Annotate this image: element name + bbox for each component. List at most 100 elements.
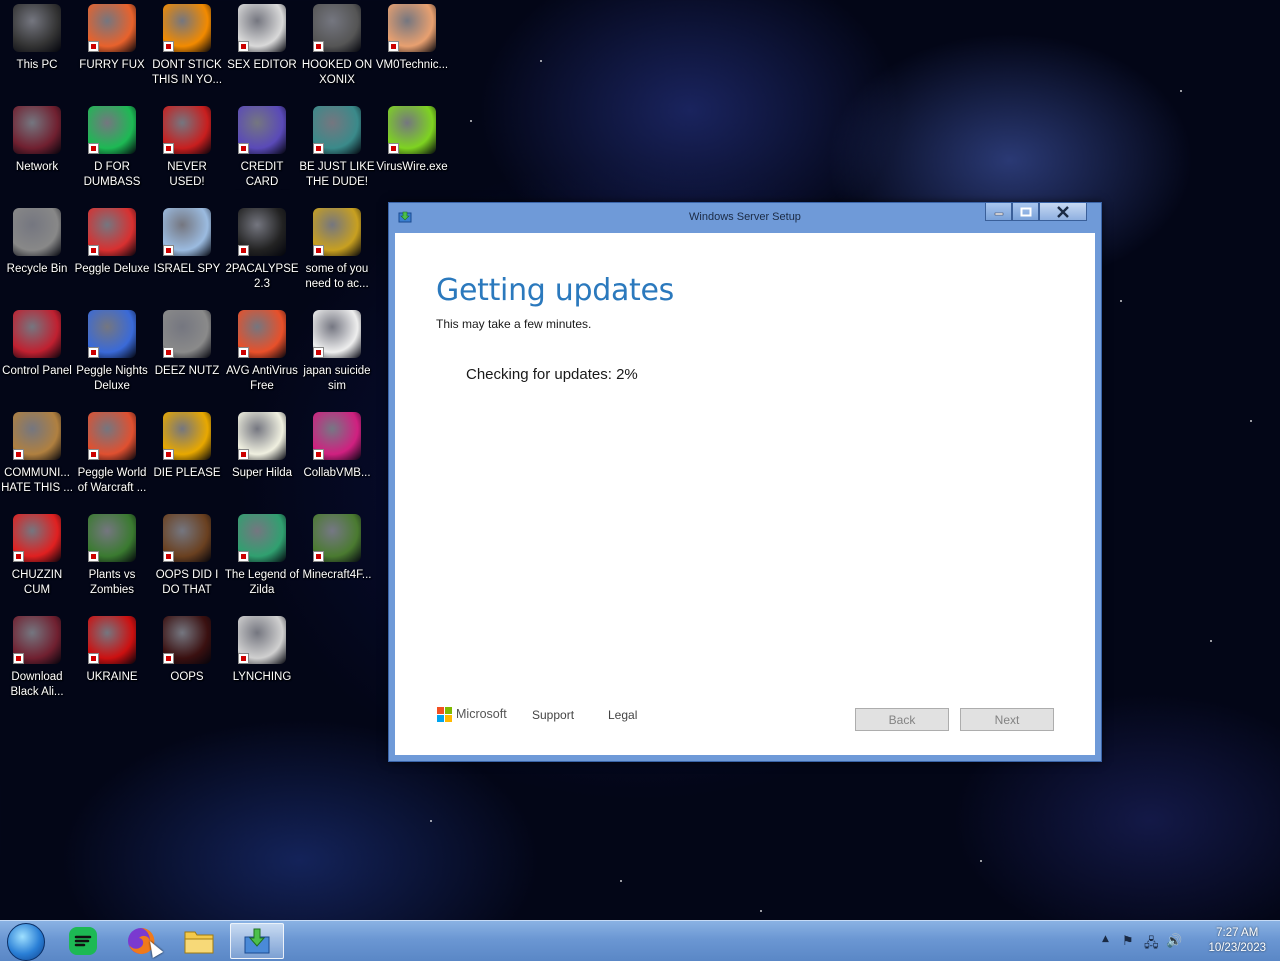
volume-icon[interactable]: 🔊	[1166, 934, 1182, 949]
maximize-button[interactable]	[1012, 203, 1039, 221]
desktop-icon-label: AVG AntiVirus Free	[226, 365, 298, 392]
shortcut-arrow-icon	[88, 551, 99, 562]
shortcut-arrow-icon	[163, 449, 174, 460]
setup-window[interactable]: Windows Server Setup Getting updates Thi…	[388, 202, 1102, 762]
windows-stack-icon	[163, 310, 211, 358]
desktop-icon[interactable]: Control Panel	[0, 306, 74, 406]
network-status-icon[interactable]: 🖧	[1144, 934, 1159, 956]
desktop-icon[interactable]: BE JUST LIKE THE DUDE!	[299, 102, 375, 202]
desktop-icon[interactable]: OOPS	[150, 612, 224, 712]
update-progress-text: Checking for updates: 2%	[466, 366, 638, 383]
shortcut-arrow-icon	[313, 347, 324, 358]
desktop-icon[interactable]: Download Black Ali...	[0, 612, 74, 712]
desktop-icon[interactable]: HOOKED ON XONIX	[300, 0, 374, 100]
shortcut-arrow-icon	[313, 551, 324, 562]
peggle-wow-icon	[88, 412, 136, 460]
desktop-icon[interactable]: LYNCHING	[225, 612, 299, 712]
desktop-icon-label: CHUZZIN CUM	[11, 569, 63, 596]
desktop-icon[interactable]: D FOR DUMBASS	[75, 102, 149, 202]
shortcut-arrow-icon	[238, 41, 249, 52]
minimize-button[interactable]	[985, 203, 1012, 221]
desktop-icon[interactable]: DEEZ NUTZ	[150, 306, 224, 406]
desktop-icon[interactable]: Peggle World of Warcraft ...	[75, 408, 149, 508]
desktop-icon[interactable]: ISRAEL SPY	[150, 204, 224, 304]
desktop-icon[interactable]: UKRAINE	[75, 612, 149, 712]
notes-icon	[88, 106, 136, 154]
desktop-icon[interactable]: OOPS DID I DO THAT	[150, 510, 224, 610]
back-button[interactable]: Back	[855, 708, 949, 731]
desktop-icon[interactable]: 2PACALYPSE 2.3	[225, 204, 299, 304]
desktop-icon[interactable]: some of you need to ac...	[300, 204, 374, 304]
desktop-icon[interactable]: NEVER USED!	[150, 102, 224, 202]
desktop-icon[interactable]: The Legend of Zilda	[225, 510, 299, 610]
desktop-icon-label: Plants vs Zombies	[88, 569, 136, 596]
desktop-icon-label: some of you need to ac...	[305, 263, 369, 290]
next-button[interactable]: Next	[960, 708, 1054, 731]
vlc-icon	[163, 4, 211, 52]
desktop-icon[interactable]: COMMUNI... HATE THIS ...	[0, 408, 74, 508]
desktop-icon[interactable]: Recycle Bin	[0, 204, 74, 304]
desktop-icon[interactable]: japan suicide sim	[300, 306, 374, 406]
title-bar[interactable]: Windows Server Setup	[389, 203, 1101, 233]
desktop-icon[interactable]: Network	[0, 102, 74, 202]
start-button[interactable]	[7, 923, 45, 961]
desktop-icon[interactable]: CHUZZIN CUM	[0, 510, 74, 610]
dude-icon	[313, 106, 361, 154]
oops-icon	[163, 616, 211, 664]
desktop-icon[interactable]: CollabVMB...	[300, 408, 374, 508]
shortcut-arrow-icon	[313, 245, 324, 256]
shortcut-arrow-icon	[163, 347, 174, 358]
desktop-icon-label: NEVER USED!	[167, 161, 207, 188]
desktop-icon[interactable]: SEX EDITOR	[225, 0, 299, 100]
shortcut-arrow-icon	[88, 143, 99, 154]
clock[interactable]: 7:27 AM 10/23/2023	[1208, 926, 1266, 956]
xonix-icon	[313, 4, 361, 52]
document-icon	[313, 310, 361, 358]
desktop-icon[interactable]: Plants vs Zombies	[75, 510, 149, 610]
desktop-icon-label: Peggle Deluxe	[74, 263, 150, 275]
support-link[interactable]: Support	[532, 708, 574, 722]
chuzzle-icon	[13, 514, 61, 562]
desktop-icon[interactable]: Super Hilda	[225, 408, 299, 508]
shortcut-arrow-icon	[388, 41, 399, 52]
peggle-icon	[88, 208, 136, 256]
desktop-icon[interactable]: CREDIT CARD CHECKER	[225, 102, 299, 202]
desktop-icon-label: DONT STICK THIS IN YO...	[151, 59, 223, 86]
file-explorer-icon	[184, 931, 214, 954]
show-hidden-icons-icon[interactable]: ▲	[1102, 934, 1109, 944]
monitor-icon	[313, 412, 361, 460]
desktop-icon[interactable]: Peggle Nights Deluxe	[75, 306, 149, 406]
close-button[interactable]	[1039, 203, 1087, 221]
taskbar-file-explorer[interactable]	[172, 923, 226, 959]
shortcut-arrow-icon	[88, 449, 99, 460]
action-center-flag-icon[interactable]: ⚑	[1122, 934, 1134, 949]
desktop-icon[interactable]: AVG AntiVirus Free	[225, 306, 299, 406]
desktop-icon-label: CollabVMB...	[303, 467, 371, 479]
desktop-icon-label: Control Panel	[2, 365, 72, 377]
desktop-icon[interactable]: Peggle Deluxe	[75, 204, 149, 304]
taskbar-setup[interactable]	[230, 923, 284, 959]
desktop-icon[interactable]: FURRY FUX	[75, 0, 149, 100]
desktop-icon-label: Super Hilda	[231, 467, 293, 479]
desktop-icon-label: SEX EDITOR	[227, 59, 297, 71]
de-icon	[163, 412, 211, 460]
clock-date: 10/23/2023	[1208, 942, 1266, 954]
shortcut-arrow-icon	[88, 41, 99, 52]
desktop-icon[interactable]: This PC	[0, 0, 74, 100]
desktop-icon-label: FURRY FUX	[79, 59, 145, 71]
shortcut-arrow-icon	[238, 245, 249, 256]
desktop-icon[interactable]: DIE PLEASE	[150, 408, 224, 508]
desktop-icon-label: OOPS	[170, 671, 204, 683]
legal-link[interactable]: Legal	[608, 708, 637, 722]
control-panel-icon	[13, 310, 61, 358]
shortcut-arrow-icon	[388, 143, 399, 154]
page-subtitle: This may take a few minutes.	[436, 317, 592, 331]
firefox-icon	[88, 4, 136, 52]
desktop-icon[interactable]: DONT STICK THIS IN YO...	[150, 0, 224, 100]
desktop-icon[interactable]: Minecraft4F...	[300, 510, 374, 610]
taskbar-spotify[interactable]	[56, 923, 110, 959]
desktop-icon[interactable]: VM0Technic...	[375, 0, 449, 100]
desktop-icon-label: UKRAINE	[86, 671, 138, 683]
desktop-icon[interactable]: VirusWire.exe	[375, 102, 449, 202]
shortcut-arrow-icon	[13, 449, 24, 460]
